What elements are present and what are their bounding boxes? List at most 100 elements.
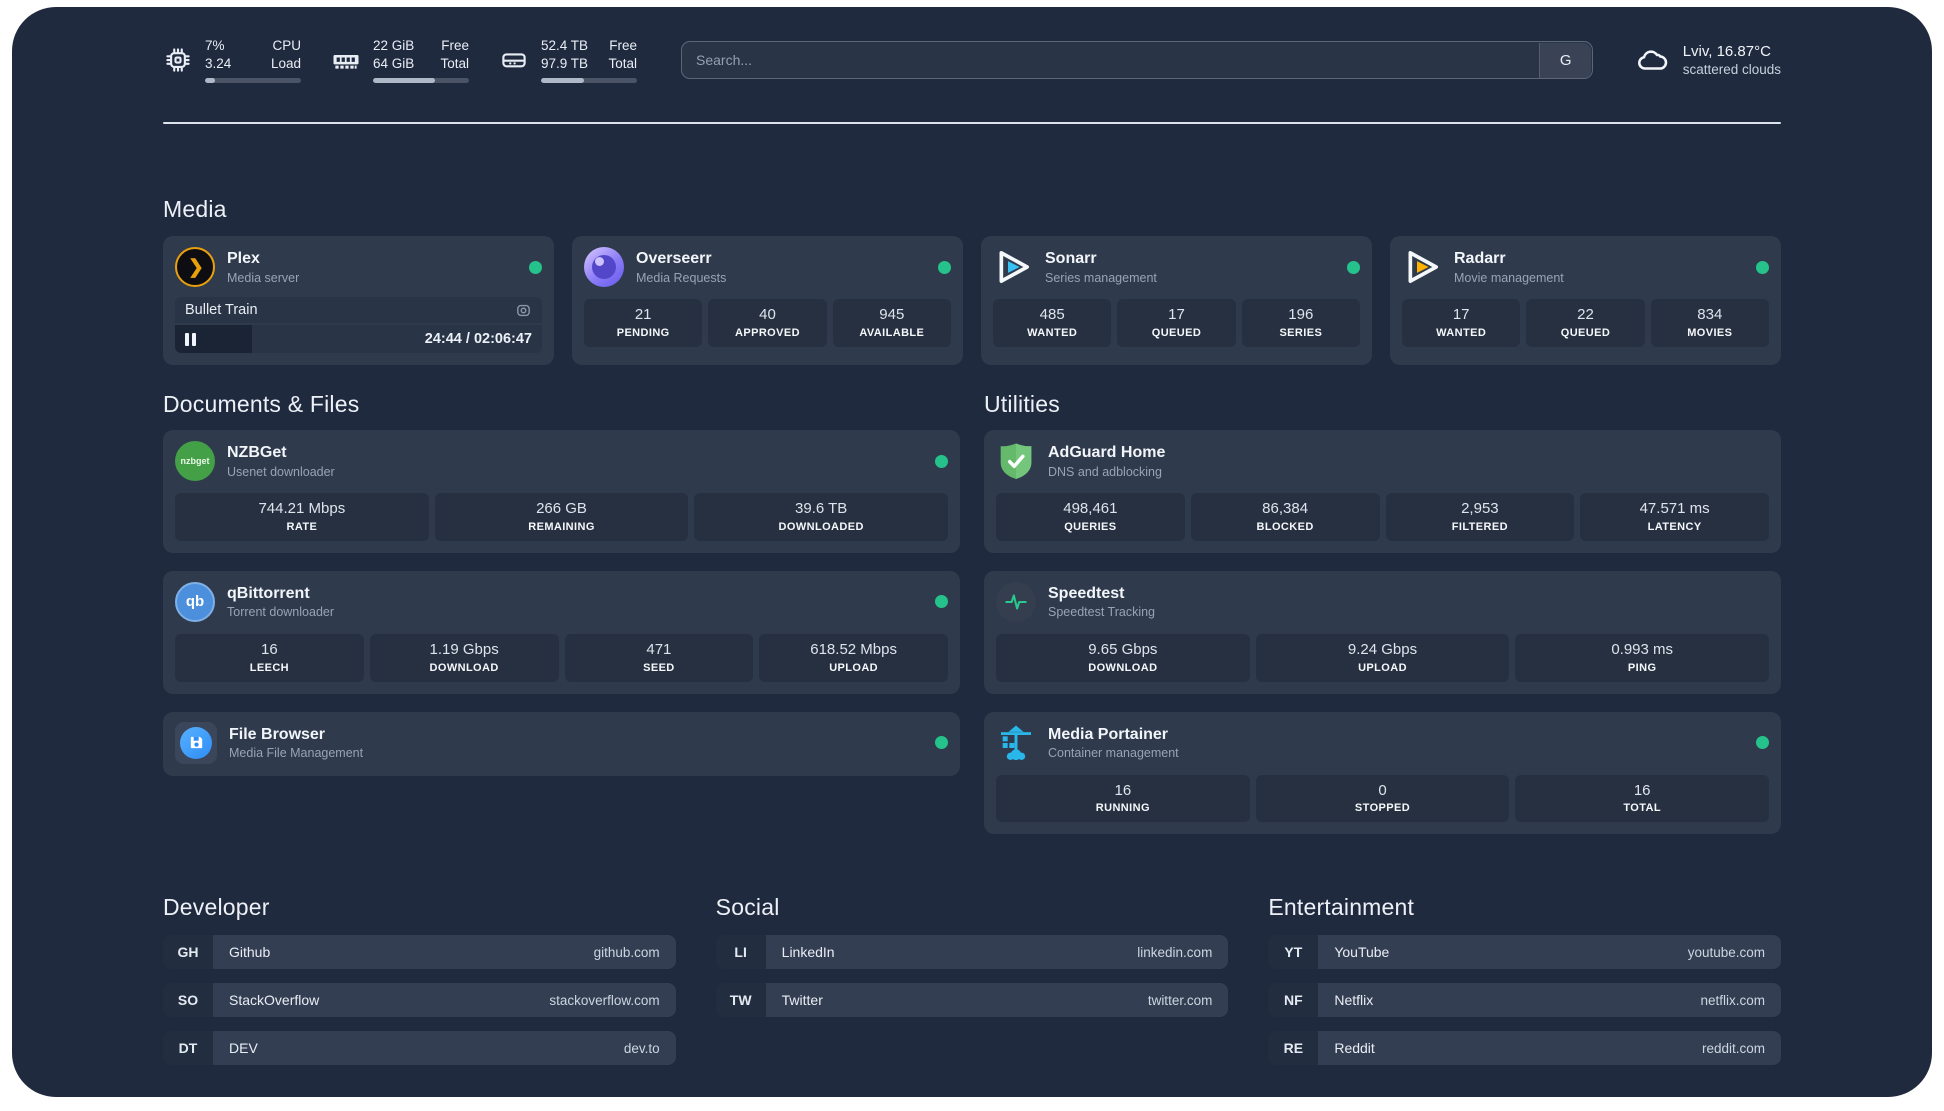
section-title-media: Media	[163, 196, 227, 222]
stat-box-pending: 21 PENDING	[584, 299, 703, 347]
card-title: Media Portainer	[1048, 725, 1169, 743]
entertainment-column: Entertainment YT YouTube youtube.com NF N…	[1268, 894, 1781, 1066]
stat-box-available: 945 AVAILABLE	[832, 299, 951, 347]
link-github[interactable]: GH Github github.com	[163, 935, 676, 970]
header-divider	[163, 122, 1781, 124]
link-url: netflix.com	[1700, 992, 1765, 1008]
link-name: Reddit	[1334, 1040, 1375, 1057]
adguard-icon	[996, 441, 1036, 481]
link-reddit[interactable]: RE Reddit reddit.com	[1268, 1031, 1781, 1066]
stat-box-stopped: 0 STOPPED	[1255, 774, 1510, 823]
cloud-icon	[1633, 43, 1671, 77]
link-abbr: LI	[715, 935, 766, 970]
cpu-load-value: 3.24	[205, 56, 232, 71]
memory-free-label: Free	[441, 38, 469, 54]
link-name: Twitter	[781, 992, 823, 1009]
card-nzbget[interactable]: nzbget NZBGet Usenet downloader 744.21 M…	[163, 430, 960, 553]
link-abbr: DT	[163, 1031, 213, 1066]
link-twitter[interactable]: TW Twitter twitter.com	[715, 983, 1229, 1018]
stat-box-remaining: 266 GB REMAINING	[434, 493, 689, 541]
card-subtitle: DNS and adblocking	[1048, 464, 1162, 479]
card-qbittorrent[interactable]: qb qBittorrent Torrent downloader 16 LEEC…	[163, 570, 960, 694]
stat-box-blocked: 86,384 BLOCKED	[1190, 493, 1380, 541]
link-url: linkedin.com	[1137, 944, 1213, 960]
card-title: NZBGet	[227, 444, 287, 462]
search-provider-button[interactable]: G	[1539, 42, 1592, 78]
cpu-load-label: Load	[270, 56, 301, 71]
stat-box-downloaded: 39.6 TB DOWNLOADED	[694, 493, 949, 541]
now-playing-progress-row: 24:44 / 02:06:47	[175, 325, 542, 353]
status-dot	[935, 595, 948, 609]
memory-free-value: 22 GiB	[373, 38, 415, 54]
link-name: LinkedIn	[781, 944, 835, 961]
status-dot	[1347, 260, 1360, 274]
stat-box-rate: 744.21 Mbps RATE	[175, 493, 429, 541]
card-radarr[interactable]: Radarr Movie management 17 WANTED 22 QUEUE…	[1390, 236, 1781, 365]
link-url: stackoverflow.com	[549, 992, 660, 1008]
section-title-social: Social	[715, 894, 780, 921]
cpu-icon	[163, 45, 193, 75]
card-plex[interactable]: ❯ Plex Media server Bullet Train 24:44 /…	[163, 236, 554, 365]
card-subtitle: Movie management	[1454, 270, 1564, 285]
card-overseerr[interactable]: Overseerr Media Requests 21 PENDING 40 APP…	[572, 236, 963, 365]
system-stats: 7% 3.24 CPU Load 22 GiB 64 GiB Free Tota…	[163, 37, 637, 83]
link-abbr: YT	[1268, 935, 1319, 970]
link-linkedin[interactable]: LI LinkedIn linkedin.com	[715, 935, 1229, 970]
search-input[interactable]	[681, 41, 1593, 79]
link-stackoverflow[interactable]: SO StackOverflow stackoverflow.com	[163, 983, 676, 1018]
disk-total-value: 97.9 TB	[541, 56, 589, 71]
link-netflix[interactable]: NF Netflix netflix.com	[1268, 983, 1781, 1018]
cpu-stat-widget: 7% 3.24 CPU Load	[163, 37, 301, 83]
social-column: Social LI LinkedIn linkedin.com TW Twitte…	[715, 894, 1229, 1065]
stat-box-upload: 618.52 Mbps UPLOAD	[759, 633, 948, 682]
link-abbr: SO	[163, 983, 213, 1018]
memory-total-value: 64 GiB	[373, 56, 415, 71]
cpu-progress-bar	[205, 77, 301, 83]
card-subtitle: Usenet downloader	[227, 464, 335, 479]
stat-box-running: 16 RUNNING	[996, 774, 1250, 823]
link-url: youtube.com	[1687, 944, 1765, 960]
header: 7% 3.24 CPU Load 22 GiB 64 GiB Free Tota…	[163, 37, 1781, 83]
disk-icon	[499, 45, 529, 75]
stat-box-filtered: 2,953 FILTERED	[1385, 493, 1575, 541]
card-speedtest[interactable]: Speedtest Speedtest Tracking 9.65 Gbps DO…	[984, 570, 1781, 694]
card-portainer[interactable]: Media Portainer Container management 16 R…	[984, 711, 1781, 835]
disk-progress-bar	[541, 77, 637, 83]
status-dot	[1756, 736, 1769, 749]
weather-condition: scattered clouds	[1682, 62, 1781, 77]
card-title: AdGuard Home	[1048, 444, 1166, 462]
playback-time: 24:44 / 02:06:47	[424, 331, 532, 347]
card-filebrowser[interactable]: File Browser Media File Management	[163, 711, 960, 776]
card-subtitle: Container management	[1048, 746, 1179, 761]
stat-box-movies: 834 MOVIES	[1650, 299, 1769, 347]
developer-column: Developer GH Github github.com SO StackOv…	[163, 894, 676, 1066]
card-title: Speedtest	[1048, 585, 1125, 603]
section-title-documents: Documents & Files	[163, 391, 360, 417]
link-name: DEV	[229, 1040, 258, 1057]
status-dot	[1756, 260, 1769, 274]
link-dev[interactable]: DT DEV dev.to	[163, 1031, 676, 1066]
memory-progress-bar	[373, 77, 469, 83]
video-icon	[515, 302, 532, 319]
section-title-entertainment: Entertainment	[1268, 894, 1415, 921]
link-abbr: GH	[163, 935, 213, 970]
stat-box-download: 9.65 Gbps DOWNLOAD	[996, 633, 1250, 682]
stat-box-total: 16 TOTAL	[1515, 774, 1770, 823]
disk-stat-widget: 52.4 TB 97.9 TB Free Total	[499, 37, 637, 83]
now-playing-title-row: Bullet Train	[175, 297, 542, 323]
card-adguard[interactable]: AdGuard Home DNS and adblocking 498,461 Q…	[984, 430, 1781, 553]
link-abbr: RE	[1268, 1031, 1319, 1066]
status-dot	[529, 260, 542, 274]
stat-box-seed: 471 SEED	[564, 633, 754, 682]
stat-box-queries: 498,461 QUERIES	[996, 493, 1185, 541]
search-bar: G	[681, 41, 1593, 79]
stat-box-latency: 47.571 ms LATENCY	[1580, 493, 1769, 541]
link-youtube[interactable]: YT YouTube youtube.com	[1268, 935, 1781, 970]
pause-icon	[185, 332, 196, 346]
link-url: github.com	[593, 944, 660, 960]
status-dot	[935, 454, 948, 468]
card-title: Sonarr	[1045, 250, 1097, 268]
section-title-utilities: Utilities	[984, 391, 1060, 417]
stat-box-wanted: 17 WANTED	[1402, 299, 1521, 347]
card-sonarr[interactable]: Sonarr Series management 485 WANTED 17 QUE…	[981, 236, 1372, 365]
